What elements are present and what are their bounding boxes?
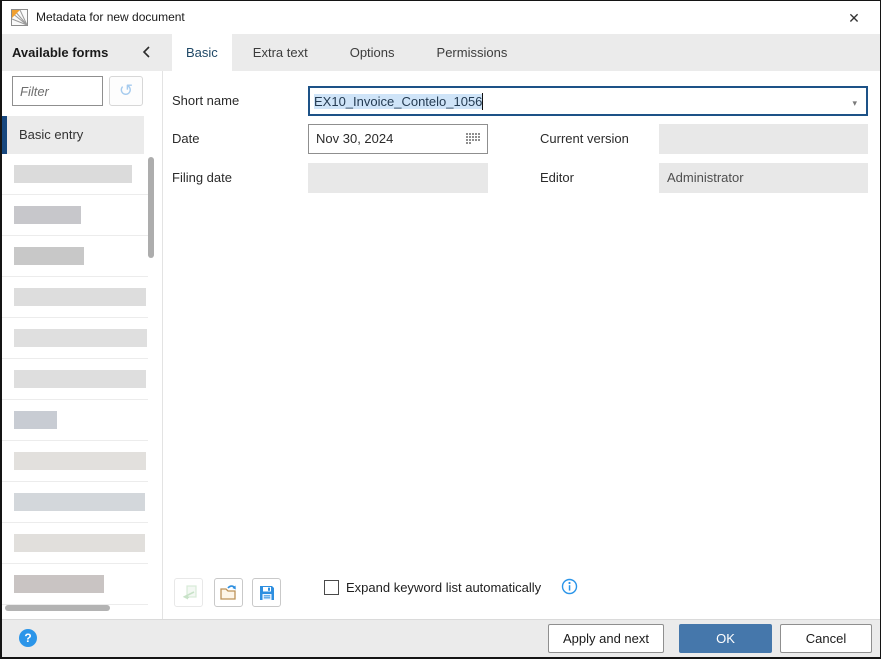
- ok-button[interactable]: OK: [679, 624, 772, 653]
- form-list-item[interactable]: [2, 359, 148, 400]
- date-input[interactable]: Nov 30, 2024: [308, 124, 488, 154]
- refresh-button[interactable]: ↺: [109, 76, 143, 106]
- form-list-item[interactable]: [2, 236, 148, 277]
- vertical-scrollbar-thumb[interactable]: [148, 157, 154, 258]
- form-list-item-placeholder-bar: [14, 247, 84, 265]
- open-folder-icon: [220, 584, 236, 600]
- tab-bar: Basic Extra text Options Permissions: [172, 34, 528, 71]
- current-version-field: [659, 124, 868, 154]
- short-name-label: Short name: [172, 93, 240, 108]
- top-band: Available forms Basic Extra text Options…: [2, 34, 880, 71]
- help-icon[interactable]: ?: [19, 629, 37, 647]
- form-list-item-placeholder-bar: [14, 575, 104, 593]
- form-list-item-placeholder-bar: [14, 288, 146, 306]
- form-list-item-placeholder-bar: [14, 165, 132, 183]
- save-icon: [259, 585, 274, 600]
- form-list-item[interactable]: [2, 482, 148, 523]
- cancel-button[interactable]: Cancel: [780, 624, 872, 653]
- tab-permissions[interactable]: Permissions: [416, 34, 529, 71]
- form-list-item[interactable]: [2, 564, 148, 605]
- short-name-input[interactable]: EX10_Invoice_Contelo_1056 ▾: [308, 86, 868, 116]
- import-icon: [182, 584, 197, 599]
- current-version-label: Current version: [540, 131, 629, 146]
- form-list-item[interactable]: [2, 195, 148, 236]
- form-list-item[interactable]: [2, 277, 148, 318]
- filter-input[interactable]: [12, 76, 103, 106]
- form-list-item-placeholder-bar: [14, 493, 145, 511]
- load-metadata-button[interactable]: [214, 578, 243, 607]
- form-list-item[interactable]: [2, 400, 148, 441]
- tab-basic[interactable]: Basic: [172, 34, 232, 71]
- form-list-item-placeholder-bar: [14, 329, 147, 347]
- elo-app-icon: [11, 9, 28, 26]
- save-metadata-button[interactable]: [252, 578, 281, 607]
- form-list-item-placeholder-bar: [14, 452, 146, 470]
- form-list-item[interactable]: [2, 441, 148, 482]
- form-list-item[interactable]: [2, 318, 148, 359]
- calendar-icon[interactable]: [466, 133, 481, 147]
- short-name-value: EX10_Invoice_Contelo_1056: [314, 93, 483, 109]
- available-forms-panel: ↺ Basic entry: [2, 71, 163, 619]
- expand-keywords-checkbox[interactable]: [324, 580, 339, 595]
- form-list-placeholders: [2, 154, 148, 605]
- filing-date-field: [308, 163, 488, 193]
- form-list-item-placeholder-bar: [14, 370, 146, 388]
- form-list-item-placeholder-bar: [14, 206, 81, 224]
- expand-keywords-label[interactable]: Expand keyword list automatically: [346, 580, 541, 595]
- date-value: Nov 30, 2024: [316, 131, 394, 146]
- metadata-dialog: Metadata for new document ✕ Available fo…: [0, 0, 881, 659]
- tab-extra-text[interactable]: Extra text: [232, 34, 329, 71]
- sidebar-item-basic-entry[interactable]: Basic entry: [2, 116, 144, 154]
- import-metadata-button: [174, 578, 203, 607]
- editor-label: Editor: [540, 170, 574, 185]
- apply-and-next-button[interactable]: Apply and next: [548, 624, 664, 653]
- form-list-item-placeholder-bar: [14, 411, 57, 429]
- tab-options[interactable]: Options: [329, 34, 416, 71]
- form-list-item[interactable]: [2, 154, 148, 195]
- title-bar: Metadata for new document ✕: [2, 1, 880, 34]
- info-icon[interactable]: [561, 578, 578, 595]
- chevron-down-icon[interactable]: ▾: [852, 98, 857, 109]
- refresh-icon: ↺: [118, 81, 134, 100]
- horizontal-scrollbar-thumb[interactable]: [5, 605, 110, 611]
- form-list-item-placeholder-bar: [14, 534, 145, 552]
- text-caret: [482, 92, 484, 110]
- collapse-sidebar-icon[interactable]: [139, 44, 155, 60]
- form-list-item[interactable]: [2, 523, 148, 564]
- close-icon[interactable]: ✕: [844, 8, 864, 28]
- available-forms-header: Available forms: [12, 45, 109, 60]
- date-label: Date: [172, 131, 200, 146]
- dialog-footer: ? Apply and next OK Cancel: [2, 619, 880, 657]
- filing-date-label: Filing date: [172, 170, 232, 185]
- editor-field: Administrator: [659, 163, 868, 193]
- window-title: Metadata for new document: [36, 10, 185, 24]
